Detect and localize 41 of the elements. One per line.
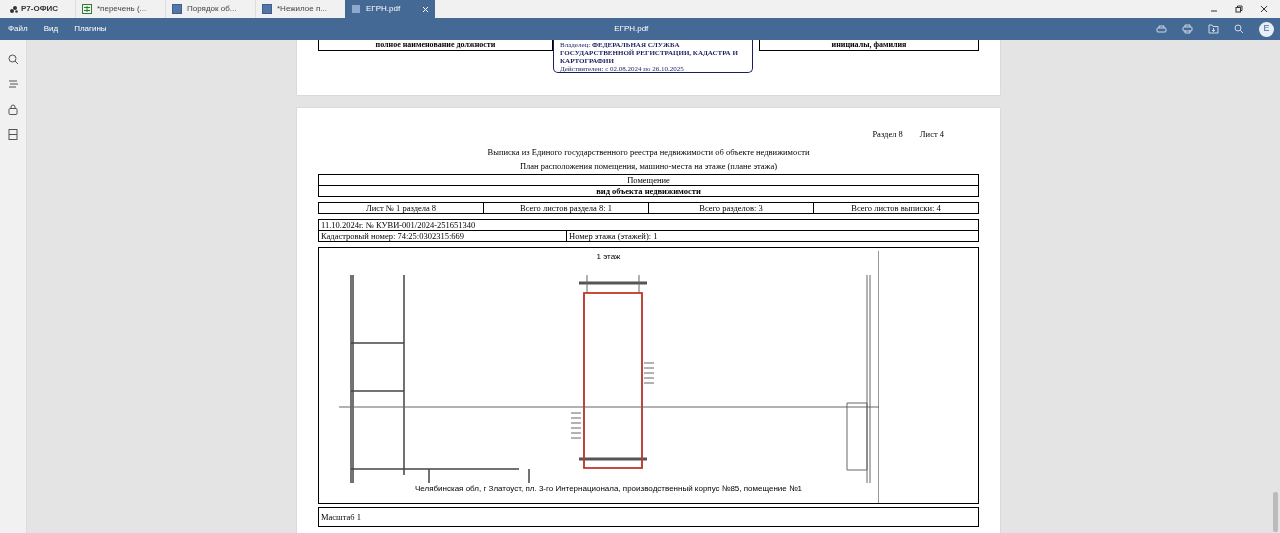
printer-icon[interactable] [1156,24,1167,34]
table-cell: Кадастровый номер: 74:25:0302315:669 [318,231,567,242]
window-title: ЕГРН.pdf [614,23,649,35]
document-tab[interactable]: ЕГРН.pdf [345,0,435,18]
table-cell: инициалы, фамилия [759,40,979,51]
table-cell: Всего листов раздела 8: 1 [484,202,649,214]
headings-icon[interactable] [7,79,19,90]
logo-icon [10,5,18,13]
table-cell: 11.10.2024г. № КУВИ-001/2024-251651340 [318,219,979,231]
plan-address: Челябинская обл, г Златоуст, пл. 3-го Интернационала, производственный корпус №85, помещение №1 [415,483,802,495]
printer-icon[interactable] [1182,24,1193,34]
spreadsheet-icon [82,4,92,14]
section-label: Раздел 8 [872,128,903,140]
table-cell: Всего разделов: 3 [649,202,814,214]
lock-icon[interactable] [8,104,18,115]
table-cell: Номер этажа (этажей): 1 [567,231,979,242]
menu-item[interactable]: Вид [43,23,59,35]
table-cell: вид объекта недвижимости [318,186,979,197]
page-thumbnail-icon[interactable] [8,129,18,140]
sheet-label: Лист 4 [919,128,944,140]
search-icon[interactable] [1234,24,1244,34]
plan-caption: 1 этаж [596,251,621,263]
menu-item[interactable]: Файл [8,23,28,35]
document-subtitle: План расположения помещения, машино-места на этаже (плане этажа) [518,160,779,173]
document-icon [351,4,361,14]
close-icon[interactable] [1260,5,1268,13]
document-icon [172,4,182,14]
menu-item[interactable]: Плагины [74,23,107,35]
document-icon [262,4,272,14]
app-logo[interactable]: Р7-ОФИС [0,0,75,18]
table-cell: Лист № 1 раздела 8 [318,202,484,214]
table-cell: полное наименование должности [318,40,553,51]
scale-label: Масштаб 1 [318,507,979,527]
search-icon[interactable] [7,54,19,65]
table-cell: Помещение [318,174,979,186]
document-title: Выписка из Единого государственного реестра недвижимости об объекте недвижимости [486,146,811,159]
scrollbar-thumb-icon[interactable] [1272,492,1278,532]
user-avatar[interactable]: Е [1259,21,1274,37]
table-cell: Всего листов выписки: 4 [814,202,979,214]
folder-icon[interactable] [1208,24,1219,34]
restore-icon[interactable] [1235,5,1243,13]
